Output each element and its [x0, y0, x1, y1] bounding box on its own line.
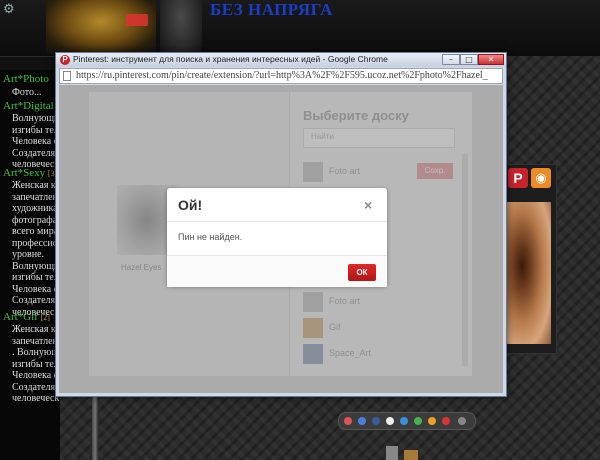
- chrome-popup-window: P Pinterest: инструмент для поиска и хра…: [55, 52, 507, 397]
- category-link[interactable]: Art*Photo: [3, 73, 49, 85]
- site-header: ⚙ БЕЗ НАПРЯГА: [0, 0, 600, 57]
- window-titlebar[interactable]: P Pinterest: инструмент для поиска и хра…: [56, 53, 506, 67]
- page-content: Hazel Eyes Выберите доску Найти Foto art…: [59, 85, 503, 393]
- dialog-message: Пин не найден.: [178, 232, 243, 242]
- share-icon[interactable]: [372, 417, 380, 425]
- share-icon[interactable]: [400, 417, 408, 425]
- page-icon: [63, 71, 71, 81]
- category-count: [2]: [40, 313, 50, 322]
- header-helmet-image: [46, 0, 156, 54]
- share-icon[interactable]: [358, 417, 366, 425]
- close-window-button[interactable]: ✕: [478, 54, 504, 65]
- category-item[interactable]: Art*Digital: [3, 100, 54, 113]
- category-item[interactable]: Art*Gif [2]: [3, 311, 50, 324]
- maximize-button[interactable]: □: [460, 54, 478, 65]
- site-title: БЕЗ НАПРЯГА: [210, 0, 333, 19]
- address-bar[interactable]: https://ru.pinterest.com/pin/create/exte…: [59, 68, 503, 84]
- category-desc-line: Фото...: [12, 87, 42, 98]
- dialog-footer: ОК: [167, 255, 387, 287]
- ok-button[interactable]: ОК: [348, 264, 376, 281]
- category-link[interactable]: Art*Gif: [3, 311, 38, 323]
- dialog-header: Ой! ×: [167, 188, 387, 222]
- header-person-image: [160, 0, 202, 56]
- url-text[interactable]: https://ru.pinterest.com/pin/create/exte…: [76, 70, 488, 81]
- share-icon[interactable]: [414, 417, 422, 425]
- bottom-thumbnail[interactable]: [386, 446, 398, 460]
- error-dialog: Ой! × Пин не найден. ОК: [167, 188, 387, 287]
- share-toolbar: [338, 412, 476, 430]
- close-icon[interactable]: ×: [364, 197, 372, 213]
- share-icon[interactable]: [386, 417, 394, 425]
- settings-icon[interactable]: [458, 417, 466, 425]
- gear-icon[interactable]: ⚙: [3, 2, 17, 16]
- share-icon[interactable]: [442, 417, 450, 425]
- share-icon[interactable]: [344, 417, 352, 425]
- share-icon[interactable]: [428, 417, 436, 425]
- category-link[interactable]: Art*Sexy: [3, 167, 45, 179]
- bottom-thumbnail[interactable]: [404, 450, 418, 460]
- category-item[interactable]: Art*Photo: [3, 73, 49, 86]
- rss-icon[interactable]: ◉: [531, 168, 551, 188]
- window-title: Pinterest: инструмент для поиска и хране…: [73, 54, 388, 64]
- pinterest-favicon-icon: P: [60, 55, 70, 65]
- pinterest-icon[interactable]: P: [508, 168, 528, 188]
- category-item[interactable]: Art*Sexy [3]: [3, 167, 57, 180]
- dialog-title: Ой!: [178, 197, 203, 213]
- category-link[interactable]: Art*Digital: [3, 100, 54, 112]
- minimize-button[interactable]: –: [442, 54, 460, 65]
- eye-photo[interactable]: [503, 202, 551, 344]
